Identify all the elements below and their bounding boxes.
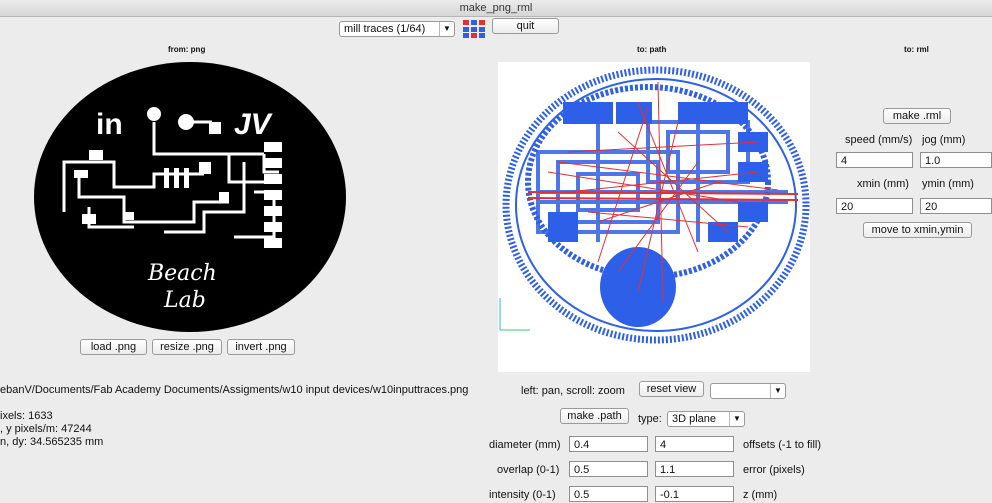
to-path-header: to: path — [637, 45, 667, 54]
overlap-label: overlap (0-1) — [497, 464, 560, 476]
logo-script-line2: Lab — [163, 288, 206, 313]
z-label: z (mm) — [743, 489, 778, 501]
module-grid-icon[interactable] — [463, 20, 485, 38]
speed-field[interactable]: 4 — [836, 152, 913, 168]
logo-text-right: JV — [234, 108, 274, 141]
ymin-label: ymin (mm) — [922, 178, 974, 190]
type-label: type: — [638, 413, 662, 425]
logo-script-line1: Beach — [147, 261, 217, 286]
from-png-header: from: png — [168, 45, 206, 54]
chevron-down-icon: ▼ — [439, 22, 454, 36]
overlap-field[interactable]: 0.5 — [569, 461, 648, 477]
toolpath-drawing — [499, 66, 810, 344]
resize-png-button[interactable]: resize .png — [152, 339, 222, 355]
load-png-button[interactable]: load .png — [80, 339, 147, 355]
invert-png-button[interactable]: invert .png — [227, 339, 295, 355]
chevron-down-icon: ▼ — [729, 412, 744, 426]
pan-zoom-hint: left: pan, scroll: zoom — [521, 385, 625, 397]
process-select-value: mill traces (1/64) — [344, 23, 426, 35]
png-info-pixels: ixels: 1633 — [0, 410, 53, 422]
window-title: make_png_rml — [459, 2, 533, 14]
xmin-label: xmin (mm) — [857, 178, 909, 190]
z-field[interactable]: -0.1 — [655, 486, 734, 502]
speed-label: speed (mm/s) — [845, 134, 913, 146]
type-select[interactable]: 3D plane ▼ — [667, 411, 745, 427]
view-select[interactable]: ▼ — [710, 383, 786, 399]
error-field[interactable]: 1.1 — [655, 461, 734, 477]
intensity-field[interactable]: 0.5 — [569, 486, 648, 502]
make-path-button[interactable]: make .path — [560, 408, 629, 424]
diameter-field[interactable]: 0.4 — [569, 436, 648, 452]
process-select[interactable]: mill traces (1/64) ▼ — [339, 21, 455, 37]
path-view-canvas[interactable] — [498, 62, 810, 372]
quit-button[interactable]: quit — [492, 18, 559, 34]
offsets-label: offsets (-1 to fill) — [743, 439, 822, 451]
error-label: error (pixels) — [743, 464, 805, 476]
png-file-path: ebanV/Documents/Fab Academy Documents/As… — [0, 384, 469, 396]
make-rml-button[interactable]: make .rml — [883, 108, 951, 124]
chevron-down-icon: ▼ — [770, 384, 785, 398]
type-select-value: 3D plane — [672, 413, 717, 425]
png-info-resolution: , y pixels/m: 47244 — [0, 423, 92, 435]
jog-label: jog (mm) — [922, 134, 966, 146]
move-to-xmin-ymin-button[interactable]: move to xmin,ymin — [863, 222, 972, 238]
diameter-label: diameter (mm) — [489, 439, 561, 451]
offsets-field[interactable]: 4 — [655, 436, 734, 452]
reset-view-button[interactable]: reset view — [639, 381, 704, 397]
png-preview-image: in JV Beach Lab — [34, 62, 346, 332]
window-title-bar: make_png_rml — [0, 0, 992, 17]
intensity-label: intensity (0-1) — [489, 489, 556, 501]
jog-field[interactable]: 1.0 — [920, 152, 992, 168]
logo-text-left: in — [96, 108, 123, 141]
ymin-field[interactable]: 20 — [920, 198, 992, 214]
to-rml-header: to: rml — [904, 45, 929, 54]
png-info-size: n, dy: 34.565235 mm — [0, 436, 104, 448]
xmin-field[interactable]: 20 — [836, 198, 913, 214]
